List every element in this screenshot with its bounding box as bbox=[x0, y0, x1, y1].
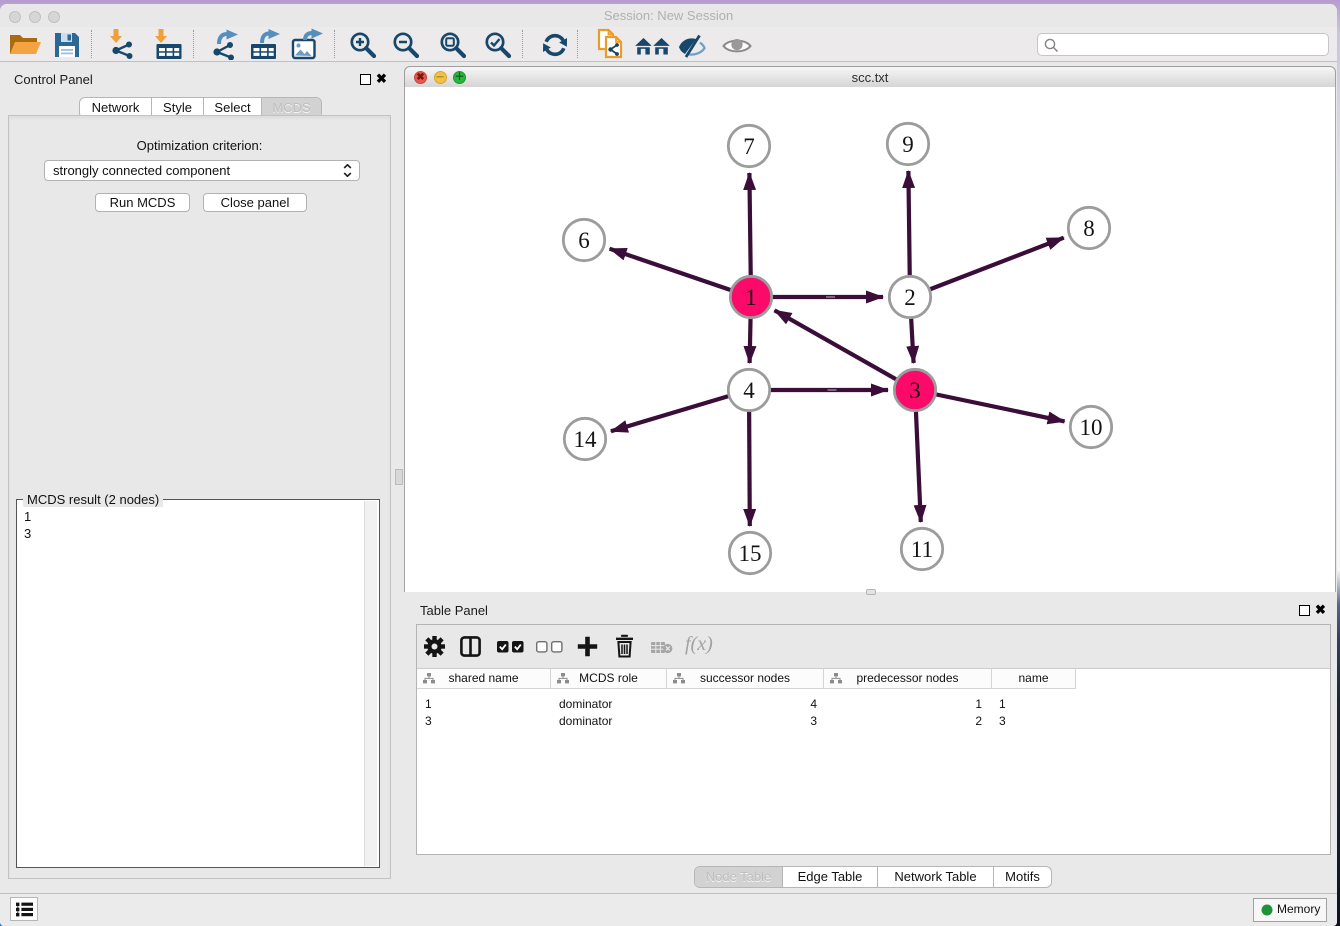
svg-text:15: 15 bbox=[739, 541, 762, 566]
svg-text:7: 7 bbox=[743, 134, 755, 159]
svg-text:3: 3 bbox=[909, 378, 921, 403]
svg-text:4: 4 bbox=[743, 378, 755, 403]
svg-text:1: 1 bbox=[745, 285, 757, 310]
svg-text:10: 10 bbox=[1080, 415, 1103, 440]
svg-text:8: 8 bbox=[1083, 216, 1095, 241]
svg-text:6: 6 bbox=[578, 228, 590, 253]
svg-text:2: 2 bbox=[904, 285, 916, 310]
svg-text:11: 11 bbox=[911, 537, 933, 562]
svg-text:14: 14 bbox=[574, 427, 598, 452]
svg-text:9: 9 bbox=[902, 132, 914, 157]
